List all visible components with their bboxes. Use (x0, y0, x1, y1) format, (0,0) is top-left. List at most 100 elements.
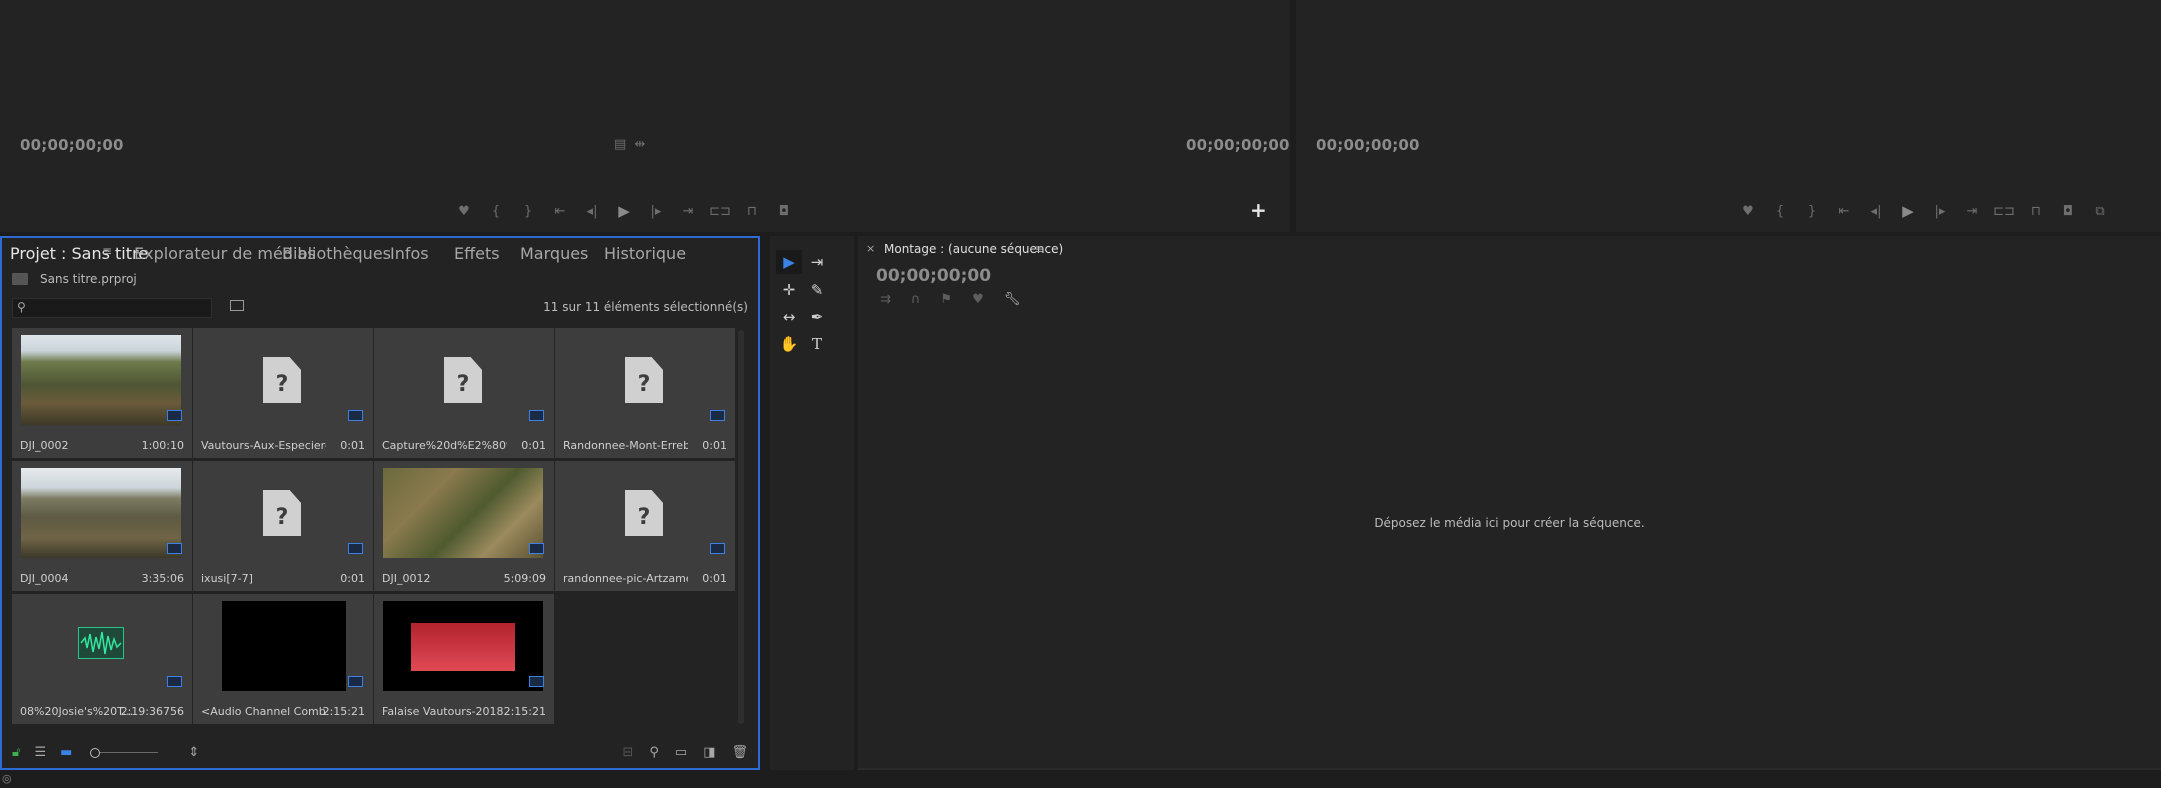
step-back-icon[interactable]: ◂| (1860, 204, 1892, 219)
media-tile[interactable]: ? randonnee-pic-Artzamend... 0:01 (555, 461, 735, 591)
program-timecode[interactable]: 00;00;00;00 (1316, 136, 1420, 154)
media-tile[interactable]: DJI_0012 5:09:09 (374, 461, 554, 591)
drop-hint[interactable]: Déposez le média ici pour créer la séque… (858, 516, 2161, 530)
status-icon[interactable]: ◎ (2, 772, 12, 785)
media-tile[interactable]: ? Vautours-Aux-Especieres_... 0:01 (193, 328, 373, 458)
add-button[interactable]: + (1250, 198, 1267, 222)
clip-type-badge-icon (710, 410, 725, 421)
clip-type-badge-icon (710, 543, 725, 554)
media-tile[interactable]: ? ixusi[7-7] 0:01 (193, 461, 373, 591)
step-forward-icon[interactable]: |▸ (640, 204, 672, 219)
program-monitor: 00;00;00;00 ♥ { } ⇤ ◂| ▶ |▸ ⇥ ⊏⊐ ⊓ ◘ ⧉ (1296, 0, 2161, 232)
missing-file-icon: ? (263, 490, 301, 536)
media-duration: 0:01 (702, 572, 727, 585)
tab-libraries[interactable]: Bibliothèques (282, 244, 391, 263)
close-icon[interactable]: × (866, 242, 875, 255)
camera-icon[interactable]: ◘ (768, 204, 800, 219)
trash-icon[interactable]: 🗑︎ (731, 745, 748, 760)
panel-menu-icon[interactable]: ≡ (102, 244, 112, 258)
tab-effects[interactable]: Effets (454, 244, 500, 263)
media-tile[interactable]: Falaise Vautours-2018... 2:15:21 (374, 594, 554, 724)
panel-menu-icon[interactable]: ≡ (1034, 242, 1044, 256)
pen-tool-icon[interactable]: ✒ (804, 305, 830, 329)
media-duration: 2:19:36756 (120, 705, 184, 718)
tab-info[interactable]: Infos (390, 244, 429, 263)
lock-icon[interactable]: 🔓︎ (12, 745, 20, 760)
add-marker-icon[interactable]: ♥ (972, 292, 984, 307)
search-input[interactable]: ⚲ (12, 298, 212, 318)
mark-out-icon[interactable]: } (1796, 204, 1828, 219)
red-frame-preview (411, 623, 515, 671)
linked-selection-icon[interactable]: ⚑ (940, 292, 952, 307)
new-item-icon[interactable]: ◨ (703, 745, 715, 760)
step-back-icon[interactable]: ◂| (576, 204, 608, 219)
media-thumbnail (21, 468, 181, 558)
compare-icon[interactable]: ⧉ (2084, 204, 2116, 219)
media-thumbnail (21, 601, 181, 691)
missing-file-icon: ? (444, 357, 482, 403)
tab-project[interactable]: Projet : Sans titre (10, 244, 148, 263)
camera-icon[interactable]: ◘ (2052, 204, 2084, 219)
find-icon[interactable]: ⚲ (649, 745, 659, 760)
extract-icon[interactable]: ⊓ (2020, 204, 2052, 219)
tab-history[interactable]: Historique (604, 244, 686, 263)
sort-icon[interactable]: ⇕ (188, 745, 199, 760)
media-tile[interactable]: DJI_0002 1:00:10 (12, 328, 192, 458)
mark-out-icon[interactable]: } (512, 204, 544, 219)
marker-icon[interactable]: ♥ (1732, 204, 1764, 219)
razor-tool-icon[interactable]: ✎ (804, 278, 830, 302)
slip-tool-icon[interactable]: ↔ (776, 305, 802, 329)
timeline-toolbar: ⇉ ∩ ⚑ ♥ 🔧︎ (880, 292, 1020, 307)
media-thumbnail (222, 601, 346, 691)
media-tile[interactable]: ? Randonnee-Mont-Errebi-... 0:01 (555, 328, 735, 458)
media-name: DJI_0004 (20, 572, 69, 585)
media-name: Capture%20d%E2%80%... (382, 439, 507, 452)
lift-icon[interactable]: ⊏⊐ (1988, 204, 2020, 219)
media-name: Falaise Vautours-2018... (382, 705, 507, 718)
step-forward-icon[interactable]: |▸ (1924, 204, 1956, 219)
go-to-in-icon[interactable]: ⇤ (1828, 204, 1860, 219)
media-name: ixusi[7-7] (201, 572, 253, 585)
tab-markers[interactable]: Marques (520, 244, 588, 263)
play-icon[interactable]: ▶ (1892, 202, 1924, 220)
source-timecode-right[interactable]: 00;00;00;00 (1186, 136, 1290, 154)
go-to-out-icon[interactable]: ⇥ (672, 204, 704, 219)
ripple-edit-tool-icon[interactable]: ✛ (776, 278, 802, 302)
wrench-icon[interactable]: 🔧︎ (1004, 292, 1021, 307)
snap-icon[interactable]: ∩ (911, 292, 921, 307)
insert-overwrite-icon[interactable]: ⇉ (880, 292, 891, 307)
source-transport-controls: ♥ { } ⇤ ◂| ▶ |▸ ⇥ ⊏⊐ ⊓ ◘ (448, 202, 800, 220)
missing-file-icon: ? (263, 357, 301, 403)
marker-icon[interactable]: ♥ (448, 204, 480, 219)
go-to-out-icon[interactable]: ⇥ (1956, 204, 1988, 219)
icon-view-icon[interactable]: ▬ (60, 745, 72, 760)
selection-tool-icon[interactable]: ▶ (776, 250, 802, 274)
mark-in-icon[interactable]: { (480, 204, 512, 219)
zoom-slider[interactable] (90, 748, 159, 758)
media-tile[interactable]: ? Capture%20d%E2%80%... 0:01 (374, 328, 554, 458)
overwrite-icon[interactable]: ⊓ (736, 204, 768, 219)
clip-type-badge-icon (167, 676, 182, 687)
project-footer-right: ⊟ ⚲ ▭ ◨ 🗑︎ (622, 745, 748, 760)
timeline-timecode[interactable]: 00;00;00;00 (876, 266, 991, 286)
track-select-tool-icon[interactable]: ⇥ (804, 250, 830, 274)
media-tile[interactable]: DJI_0004 3:35:06 (12, 461, 192, 591)
source-drag-icons[interactable]: ▤ ⇹ (614, 137, 645, 152)
go-to-in-icon[interactable]: ⇤ (544, 204, 576, 219)
list-view-icon[interactable]: ☰ (34, 745, 46, 760)
play-icon[interactable]: ▶ (608, 202, 640, 220)
new-bin-icon[interactable]: ▭ (675, 745, 687, 760)
insert-icon[interactable]: ⊏⊐ (704, 204, 736, 219)
new-bin-from-search-icon[interactable] (230, 300, 244, 311)
source-monitor: 00;00;00;00 ▤ ⇹ 00;00;00;00 ♥ { } ⇤ ◂| ▶… (0, 0, 1290, 232)
automate-to-sequence-icon[interactable]: ⊟ (622, 745, 633, 760)
clip-type-badge-icon (529, 676, 544, 687)
type-tool-icon[interactable]: T (804, 332, 830, 356)
media-tile[interactable]: 08%20Josie's%20T... 2:19:36756 (12, 594, 192, 724)
mark-in-icon[interactable]: { (1764, 204, 1796, 219)
source-timecode-left[interactable]: 00;00;00;00 (20, 136, 124, 154)
hand-tool-icon[interactable]: ✋ (776, 332, 802, 356)
grid-scrollbar[interactable] (738, 330, 744, 724)
media-tile[interactable]: <Audio Channel Comb... 2:15:21 (193, 594, 373, 724)
status-bar: ◎ (0, 770, 2161, 788)
